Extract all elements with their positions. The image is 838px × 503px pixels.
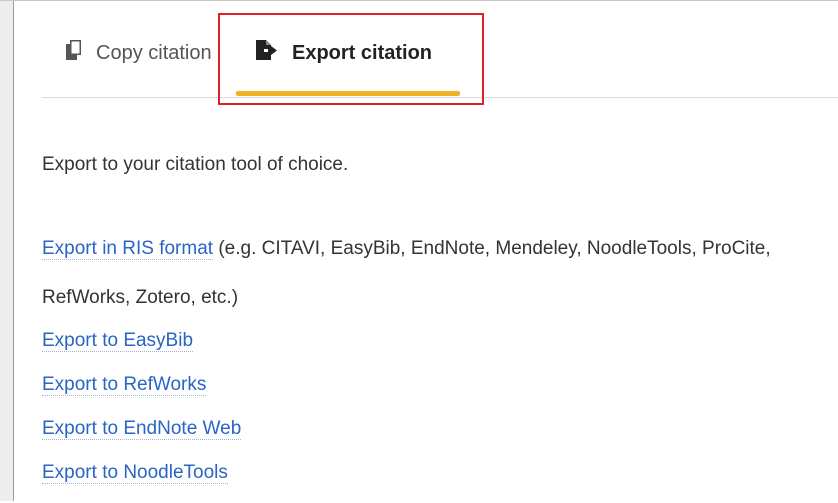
export-endnote-web-link[interactable]: Export to EndNote Web <box>42 418 242 440</box>
list-item: Export to EndNote Web <box>42 415 242 459</box>
list-item: Export to NoodleTools <box>42 459 241 503</box>
export-easybib-link[interactable]: Export to EasyBib <box>42 330 194 352</box>
left-rail <box>0 1 14 501</box>
tab-copy-citation[interactable]: Copy citation <box>66 35 212 71</box>
export-content: Export to your citation tool of choice. … <box>42 151 832 484</box>
list-item: Export to RefWorks <box>42 371 241 415</box>
export-intro-text: Export to your citation tool of choice. <box>42 154 349 175</box>
tab-copy-label: Copy citation <box>96 41 212 64</box>
citation-panel: Copy citation Export citation Export to … <box>0 0 838 501</box>
ris-description-continued: RefWorks, Zotero, etc.) <box>42 287 239 308</box>
export-ris-link[interactable]: Export in RIS format <box>42 238 214 260</box>
export-noodletools-link[interactable]: Export to NoodleTools <box>42 462 228 484</box>
ris-export-line: Export in RIS format (e.g. CITAVI, EasyB… <box>42 235 832 263</box>
list-item: Export to EasyBib <box>42 327 241 371</box>
export-refworks-link[interactable]: Export to RefWorks <box>42 374 207 396</box>
export-links-list: Export to EasyBib Export to RefWorks Exp… <box>42 327 242 503</box>
ris-description: (e.g. CITAVI, EasyBib, EndNote, Mendeley… <box>213 238 771 259</box>
copy-icon <box>66 40 82 66</box>
highlight-annotation <box>218 13 484 105</box>
